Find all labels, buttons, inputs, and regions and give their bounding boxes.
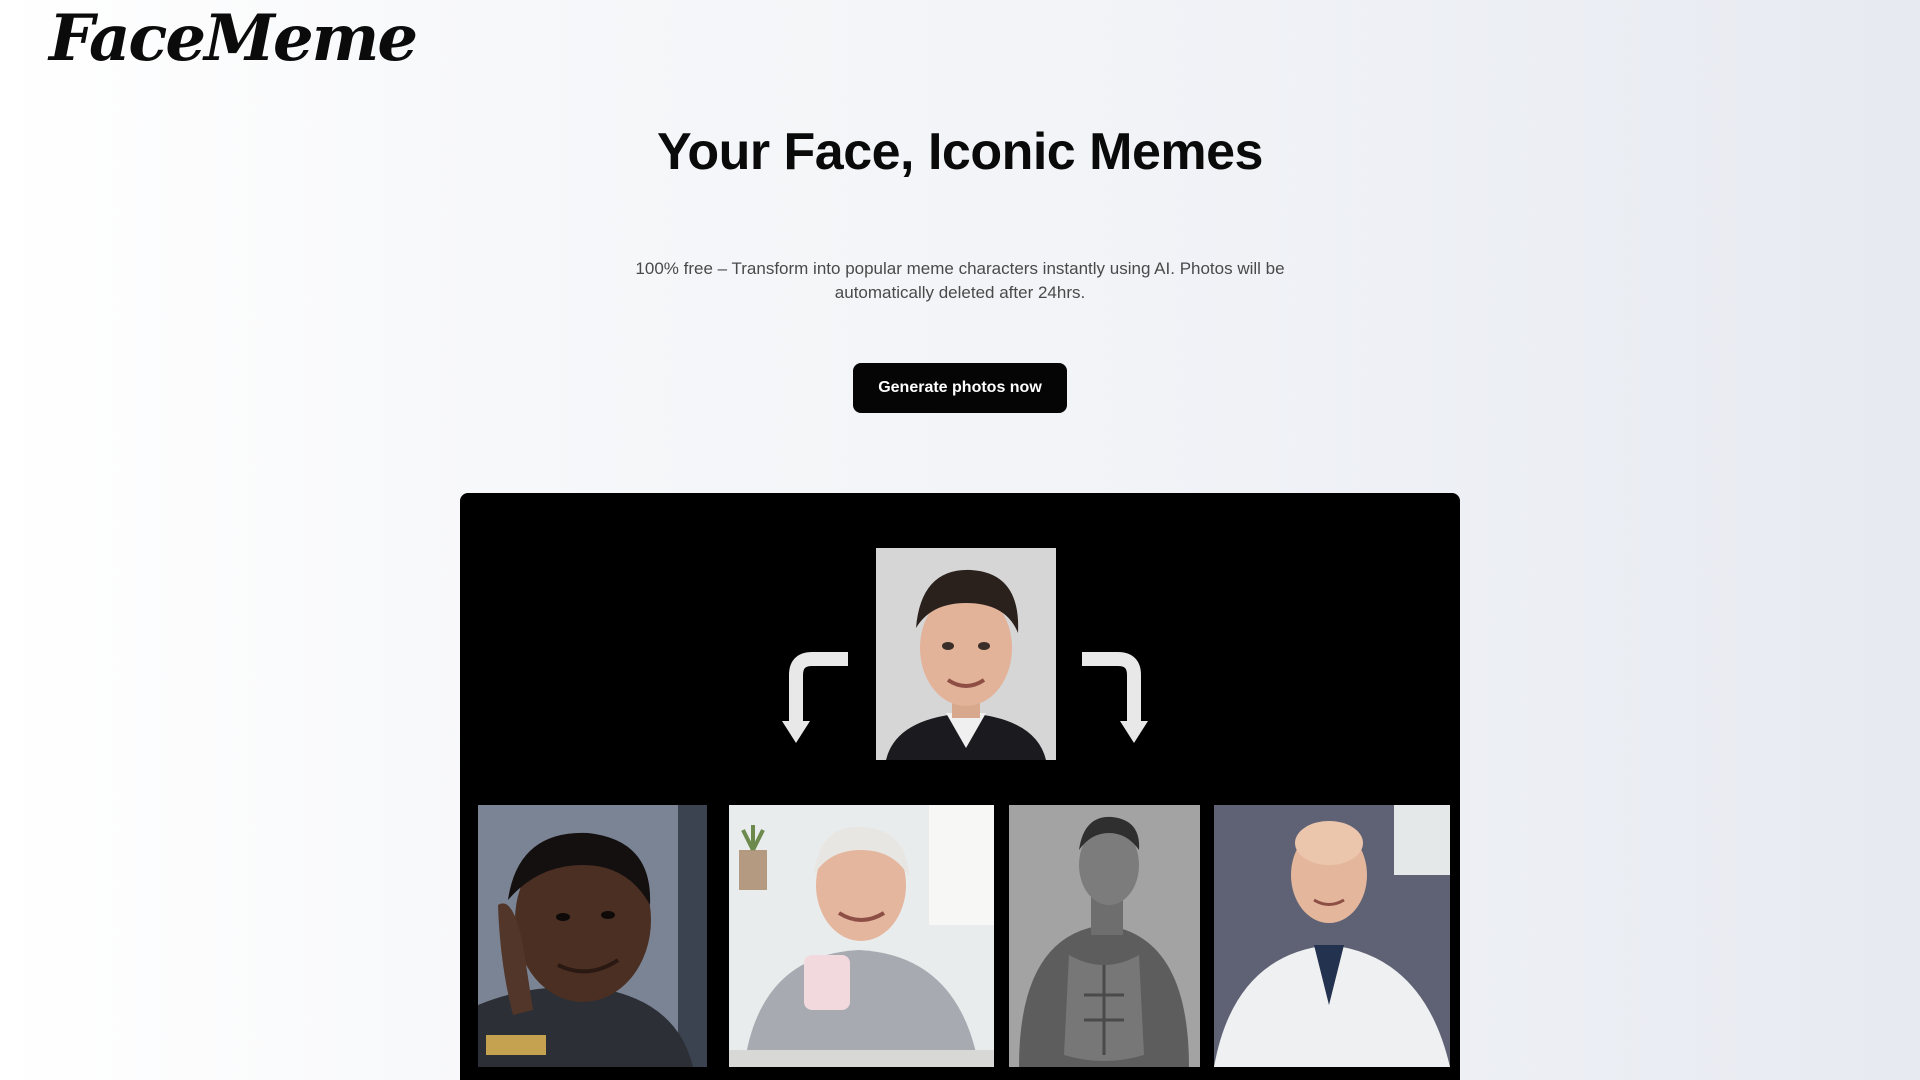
curved-arrow-down-right-icon [1080,651,1150,751]
generate-photos-button[interactable]: Generate photos now [853,363,1067,413]
facememe-logo[interactable]: FaceMeme [49,2,418,76]
meme-result-photo-2 [729,805,994,1067]
meme-result-photo-4 [1214,805,1450,1067]
source-portrait-photo [876,548,1056,760]
curved-arrow-down-left-icon [780,651,850,751]
hero-title: Your Face, Iconic Memes [657,123,1263,181]
hero-subtitle: 100% free – Transform into popular meme … [635,259,1285,302]
meme-showcase [460,493,1460,1080]
meme-result-photo-1 [478,805,707,1067]
meme-result-photo-3 [1009,805,1200,1067]
